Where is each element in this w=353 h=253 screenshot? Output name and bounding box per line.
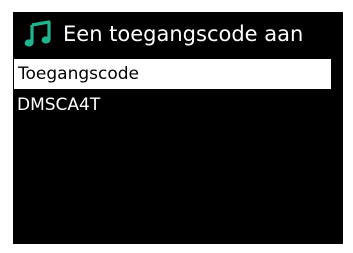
menu-item-access-code[interactable]: Toegangscode [14, 59, 331, 89]
page-title: Een toegangscode aan [63, 22, 304, 46]
title-bar: Een toegangscode aan [13, 12, 343, 56]
device-screen: Een toegangscode aan Toegangscode DMSCA4… [13, 12, 343, 244]
music-note-icon [24, 20, 51, 47]
access-code-value[interactable]: DMSCA4T [13, 90, 343, 120]
